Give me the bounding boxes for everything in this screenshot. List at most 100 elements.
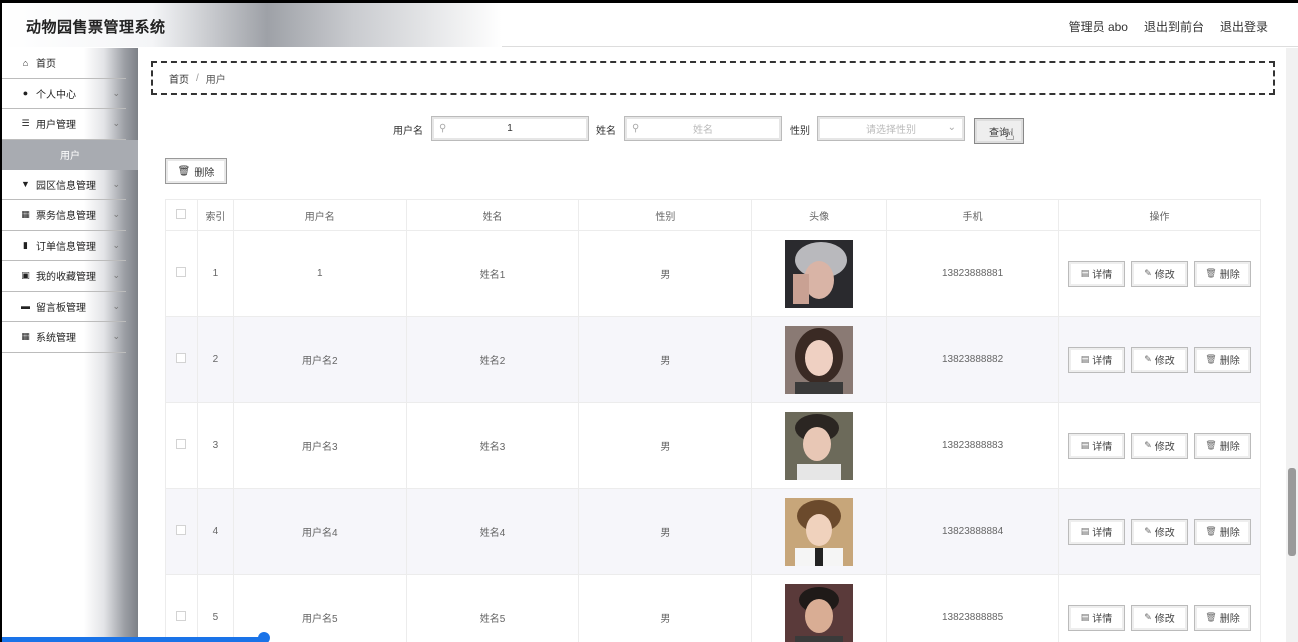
breadcrumb-separator: / xyxy=(196,72,199,84)
row-checkbox[interactable] xyxy=(176,611,187,621)
chevron-down-icon: ⌄ xyxy=(112,331,120,341)
progress-knob[interactable] xyxy=(258,632,270,642)
row-checkbox[interactable] xyxy=(176,439,187,449)
detail-button[interactable]: ▤ 详情 xyxy=(1067,346,1125,373)
sidebar-item-label: 个人中心 xyxy=(36,89,76,101)
scrollbar-thumb[interactable] xyxy=(1288,468,1296,556)
hand-cursor-icon: ☝ xyxy=(1005,127,1015,144)
row-checkbox[interactable] xyxy=(176,353,187,363)
gender-label: 性别 xyxy=(790,126,810,137)
detail-button[interactable]: ▤ 详情 xyxy=(1067,518,1125,545)
select-all-checkbox[interactable] xyxy=(176,208,187,219)
edit-button[interactable]: ✎ 修改 xyxy=(1130,260,1188,287)
col-phone: 手机 xyxy=(886,199,1059,231)
sidebar-item-label: 我的收藏管理 xyxy=(36,272,96,284)
cell-username: 用户名3 xyxy=(232,402,407,489)
sidebar-subitem-user[interactable]: 用户 xyxy=(2,139,138,170)
sidebar-item-home[interactable]: ⌂ 首页 xyxy=(2,48,126,79)
to-front-link[interactable]: 退出到前台 xyxy=(1144,18,1204,35)
sidebar-item-label: 留言板管理 xyxy=(36,302,86,314)
list-icon: ☰ xyxy=(21,118,30,129)
document-icon: ▤ xyxy=(1080,354,1090,364)
admin-label[interactable]: 管理员 abo xyxy=(1069,18,1128,35)
sidebar-item-label: 用户管理 xyxy=(36,120,76,132)
delete-label: 删除 xyxy=(1219,614,1240,625)
sidebar-item-label: 首页 xyxy=(36,59,56,71)
breadcrumb: 首页 / 用户 xyxy=(151,61,1275,95)
sidebar-item-messages[interactable]: ▬ 留言板管理 ⌄ xyxy=(2,292,126,322)
chevron-down-icon: ⌄ xyxy=(112,87,120,98)
edit-button[interactable]: ✎ 修改 xyxy=(1130,604,1188,631)
delete-label: 删除 xyxy=(1219,528,1240,539)
chevron-down-icon: ⌄ xyxy=(112,300,120,311)
username-input-value: 1 xyxy=(507,123,513,134)
edit-button[interactable]: ✎ 修改 xyxy=(1130,432,1188,459)
cell-gender: 男 xyxy=(578,574,753,642)
avatar xyxy=(785,583,854,642)
cell-username: 用户名5 xyxy=(232,574,407,642)
edit-button[interactable]: ✎ 修改 xyxy=(1130,518,1188,545)
cell-actions: ▤ 详情 ✎ 修改 🗑 删除 xyxy=(1057,316,1262,403)
name-input[interactable]: ⚲ 姓名 xyxy=(624,116,782,141)
sidebar-item-label: 票务信息管理 xyxy=(36,211,96,223)
gender-select[interactable]: 请选择性别 ⌄ xyxy=(817,116,965,141)
cell-phone: 13823888884 xyxy=(886,488,1059,575)
row-checkbox[interactable] xyxy=(176,267,187,277)
delete-button[interactable]: 🗑 删除 xyxy=(1193,260,1251,287)
sidebar-item-ticket[interactable]: ▦ 票务信息管理 ⌄ xyxy=(2,200,126,231)
sidebar-item-favorites[interactable]: ▣ 我的收藏管理 ⌄ xyxy=(2,261,126,292)
users-table: 索引 用户名 姓名 性别 头像 手机 操作 1 1 姓名1 男 13823888… xyxy=(165,199,1262,642)
table-row: 4 用户名4 姓名4 男 13823888884 ▤ 详情 ✎ 修改 🗑 删除 xyxy=(165,488,1262,575)
cell-phone: 13823888882 xyxy=(886,316,1059,403)
table-row: 5 用户名5 姓名5 男 13823888885 ▤ 详情 ✎ 修改 🗑 删除 xyxy=(165,574,1262,642)
delete-button[interactable]: 🗑 删除 xyxy=(1193,518,1251,545)
detail-button[interactable]: ▤ 详情 xyxy=(1067,432,1125,459)
cell-gender: 男 xyxy=(578,230,753,317)
app-title: 动物园售票管理系统 xyxy=(26,19,166,36)
detail-button[interactable]: ▤ 详情 xyxy=(1067,260,1125,287)
edit-label: 修改 xyxy=(1154,442,1175,453)
detail-button[interactable]: ▤ 详情 xyxy=(1067,604,1125,631)
cell-avatar xyxy=(751,574,888,642)
logout-link[interactable]: 退出登录 xyxy=(1220,18,1268,35)
avatar xyxy=(785,411,854,480)
edit-icon: ✎ xyxy=(1144,440,1152,450)
avatar xyxy=(785,239,854,308)
table-row: 3 用户名3 姓名3 男 13823888883 ▤ 详情 ✎ 修改 🗑 删除 xyxy=(165,402,1262,489)
cell-index: 5 xyxy=(196,574,234,642)
edit-label: 修改 xyxy=(1154,270,1175,281)
delete-button[interactable]: 🗑 删除 xyxy=(1193,432,1251,459)
cell-name: 姓名1 xyxy=(405,230,580,317)
chevron-down-icon: ⌄ xyxy=(112,209,120,219)
edit-button[interactable]: ✎ 修改 xyxy=(1130,346,1188,373)
vertical-scrollbar[interactable] xyxy=(1286,48,1298,642)
detail-label: 详情 xyxy=(1092,614,1113,625)
sidebar-item-order[interactable]: ▮ 订单信息管理 ⌄ xyxy=(2,231,126,261)
row-checkbox[interactable] xyxy=(176,525,187,535)
query-button[interactable]: 查询 xyxy=(974,118,1024,144)
cell-username: 用户名4 xyxy=(232,488,407,575)
user-icon: ● xyxy=(22,88,29,99)
sidebar-item-user-mgmt[interactable]: ☰ 用户管理 ⌄ xyxy=(2,109,126,140)
edit-icon: ✎ xyxy=(1144,268,1152,278)
sidebar-item-label: 园区信息管理 xyxy=(36,180,96,192)
sidebar-item-park[interactable]: ▼ 园区信息管理 ⌄ xyxy=(2,170,126,200)
chevron-down-icon: ⌄ xyxy=(112,178,120,189)
sidebar-item-system[interactable]: ▦ 系统管理 ⌄ xyxy=(2,322,126,353)
username-input[interactable]: ⚲ 1 xyxy=(431,116,589,141)
select-all-cell xyxy=(165,199,198,231)
delete-label: 删除 xyxy=(1219,356,1240,367)
monitor-icon: ▬ xyxy=(21,301,30,312)
edit-label: 修改 xyxy=(1154,356,1175,367)
sidebar-item-profile[interactable]: ● 个人中心 ⌄ xyxy=(2,79,126,109)
delete-selected-button[interactable]: 🗑 删除 xyxy=(165,158,227,184)
breadcrumb-home[interactable]: 首页 xyxy=(169,71,189,86)
bar-chart-icon: ▮ xyxy=(23,239,28,250)
delete-button[interactable]: 🗑 删除 xyxy=(1193,346,1251,373)
chevron-down-icon: ⌄ xyxy=(112,118,120,128)
cell-actions: ▤ 详情 ✎ 修改 🗑 删除 xyxy=(1057,574,1262,642)
avatar xyxy=(785,325,854,394)
cell-gender: 男 xyxy=(578,316,753,403)
delete-button[interactable]: 🗑 删除 xyxy=(1193,604,1251,631)
table-row: 2 用户名2 姓名2 男 13823888882 ▤ 详情 ✎ 修改 🗑 删除 xyxy=(165,316,1262,403)
